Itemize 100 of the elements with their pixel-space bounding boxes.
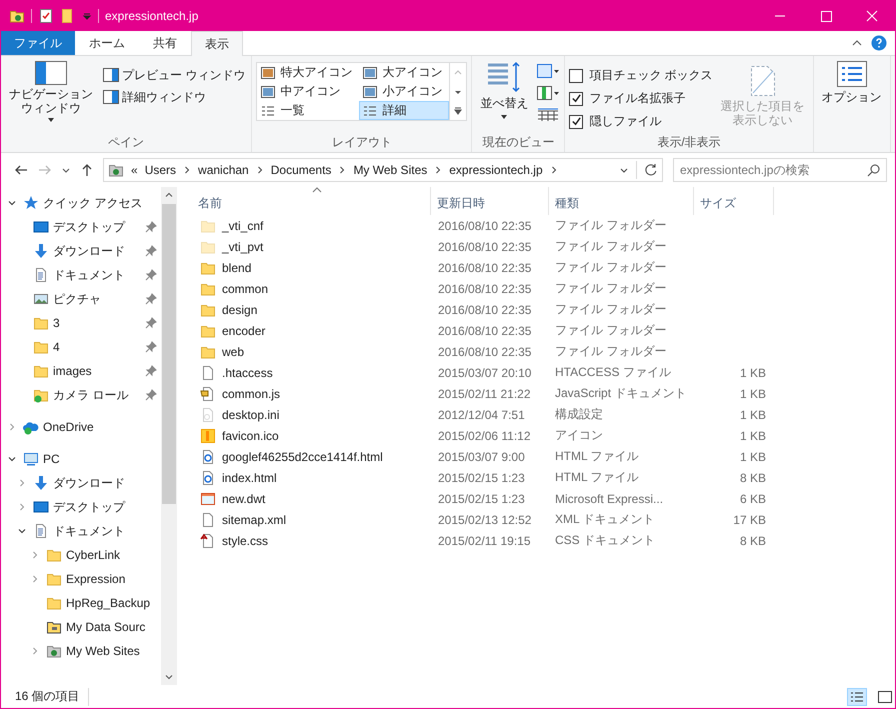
file-name-cell[interactable]: googlef46255d2cce1414f.html: [192, 448, 432, 464]
layout-option[interactable]: 大アイコン: [359, 63, 450, 82]
chevron-right-icon[interactable]: [256, 166, 264, 174]
breadcrumb[interactable]: Documents: [270, 163, 332, 177]
pin-icon[interactable]: [145, 293, 157, 305]
pin-icon[interactable]: [145, 245, 157, 257]
file-name-cell[interactable]: _vti_cnf: [192, 218, 432, 234]
file-name-cell[interactable]: common: [192, 280, 432, 296]
navigation-item[interactable]: 4: [1, 335, 161, 359]
navigation-pane-button[interactable]: ナビゲーション ウィンドウ: [5, 59, 97, 125]
properties-icon[interactable]: [38, 8, 54, 24]
ribbon-tab[interactable]: 表示: [191, 31, 243, 56]
details-pane-button[interactable]: 詳細ウィンドウ: [101, 87, 248, 107]
navigation-item[interactable]: 3: [1, 311, 161, 335]
column-header[interactable]: サイズ: [694, 187, 774, 215]
chevron-right-icon[interactable]: [338, 166, 346, 174]
group-by-icon[interactable]: [536, 63, 560, 79]
navigation-item[interactable]: OneDrive: [1, 415, 161, 439]
navigation-item[interactable]: ピクチャ: [1, 287, 161, 311]
breadcrumb[interactable]: wanichan: [198, 163, 249, 177]
breadcrumb[interactable]: expressiontech.jp: [449, 163, 543, 177]
chevron-right-icon[interactable]: [550, 166, 558, 174]
date-cell-text: 2015/02/15 1:23: [437, 492, 526, 506]
checkbox[interactable]: ファイル名拡張子: [569, 88, 713, 109]
navigation-pane-icon: [35, 61, 67, 85]
navigation-item[interactable]: Expression: [1, 567, 161, 591]
file-name-cell[interactable]: web: [192, 344, 432, 360]
address-bar[interactable]: « Users wanichan Documents My Web Sites expressiontech.jp: [103, 158, 663, 182]
navigation-item[interactable]: ドキュメント: [1, 263, 161, 287]
folder-icon[interactable]: [9, 8, 25, 24]
scrollbar-thumb[interactable]: [162, 204, 176, 504]
layout-option[interactable]: 中アイコン: [257, 82, 360, 101]
file-name-cell[interactable]: desktop.ini: [192, 406, 432, 422]
navigation-item[interactable]: デスクトップ: [1, 215, 161, 239]
file-name-cell[interactable]: blend: [192, 260, 432, 276]
file-name-cell[interactable]: new.dwt: [192, 490, 432, 506]
download-icon: [33, 243, 49, 259]
file-name-cell[interactable]: sitemap.xml: [192, 512, 432, 528]
customize-caret-icon[interactable]: [82, 11, 92, 21]
navigation-item[interactable]: My Web Sites: [1, 639, 161, 663]
file-name-cell[interactable]: common.js: [192, 386, 432, 402]
column-header[interactable]: 種類: [549, 187, 694, 215]
pin-icon[interactable]: [145, 221, 157, 233]
pin-icon[interactable]: [145, 365, 157, 377]
breadcrumb[interactable]: Users: [144, 163, 176, 177]
column-header[interactable]: 名前: [192, 187, 431, 215]
file-name-cell[interactable]: index.html: [192, 470, 432, 486]
scrollbar[interactable]: [161, 187, 177, 685]
caret-icon: [47, 117, 55, 123]
navigation-item[interactable]: デスクトップ: [1, 495, 161, 519]
chevron-right-icon[interactable]: [183, 166, 192, 174]
preview-pane-button[interactable]: プレビュー ウィンドウ: [101, 65, 248, 85]
file-name-cell[interactable]: design: [192, 302, 432, 318]
details-view-button[interactable]: [847, 688, 867, 706]
file-name-cell[interactable]: favicon.ico: [192, 428, 432, 444]
checkbox[interactable]: 隠しファイル: [569, 111, 713, 132]
type-cell-text: ファイル フォルダー: [554, 322, 668, 339]
refresh-icon[interactable]: [644, 163, 658, 177]
add-columns-icon[interactable]: [536, 85, 560, 101]
breadcrumb[interactable]: My Web Sites: [353, 163, 428, 177]
layout-option[interactable]: 小アイコン: [359, 82, 450, 101]
navigation-item[interactable]: PC: [1, 447, 161, 471]
file-name-cell[interactable]: .htaccess: [192, 364, 432, 380]
breadcrumb-overflow[interactable]: «: [131, 163, 138, 177]
scroll-down-icon[interactable]: [164, 672, 174, 682]
layout-option[interactable]: 詳細: [359, 101, 450, 120]
chevron-right-icon[interactable]: [434, 166, 442, 174]
navigation-item[interactable]: ドキュメント: [1, 519, 161, 543]
navigation-item[interactable]: ダウンロード: [1, 239, 161, 263]
details-pane-icon: [103, 90, 119, 104]
pin-icon[interactable]: [145, 341, 157, 353]
file-name-cell[interactable]: _vti_pvt: [192, 238, 432, 254]
file-name-cell[interactable]: style.css: [192, 532, 432, 548]
help-icon[interactable]: [871, 35, 887, 51]
expand-gallery-icon[interactable]: [453, 106, 464, 116]
pin-icon[interactable]: [145, 389, 157, 401]
navigation-item[interactable]: images: [1, 359, 161, 383]
chevron-down-icon[interactable]: [7, 198, 17, 208]
navigation-item[interactable]: HpReg_Backup: [1, 591, 161, 615]
checkbox[interactable]: 項目チェック ボックス: [569, 65, 713, 86]
fit-columns-icon[interactable]: [536, 107, 560, 123]
navigation-item[interactable]: ダウンロード: [1, 471, 161, 495]
ribbon-tab[interactable]: ファイル: [1, 31, 75, 55]
type-cell-text: JavaScript ドキュメント: [554, 385, 688, 402]
chevron-down-icon[interactable]: [7, 454, 17, 464]
layout-option[interactable]: 一覧: [257, 101, 360, 120]
column-header[interactable]: 更新日時: [431, 187, 549, 215]
type-cell-text: Microsoft Expressi...: [554, 492, 664, 506]
pin-icon[interactable]: [145, 269, 157, 281]
navigation-item[interactable]: クイック アクセス: [1, 191, 161, 215]
options-button[interactable]: オプション: [818, 59, 886, 108]
chevron-down-icon[interactable]: [17, 526, 27, 536]
search-field[interactable]: expressiontech.jpの検索: [673, 158, 887, 182]
navigation-item[interactable]: カメラ ロール: [1, 383, 161, 407]
navigation-item[interactable]: CyberLink: [1, 543, 161, 567]
layout-option[interactable]: 特大アイコン: [257, 63, 360, 82]
navigation-item[interactable]: My Data Sourc: [1, 615, 161, 639]
file-name-cell[interactable]: encoder: [192, 322, 432, 338]
pin-icon[interactable]: [145, 317, 157, 329]
sort-by-button[interactable]: 並べ替え: [476, 59, 532, 122]
